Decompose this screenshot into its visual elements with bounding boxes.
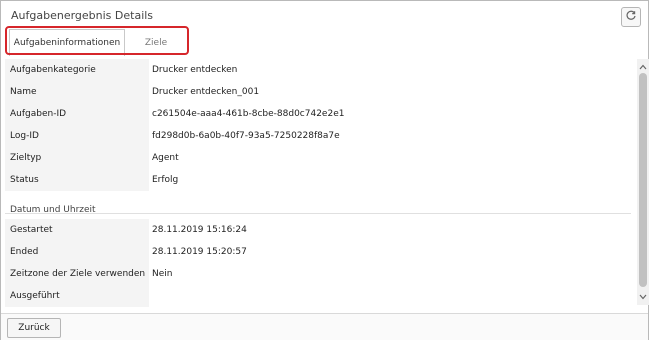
detail-value: Drucker entdecken_001 (149, 81, 631, 103)
detail-row: Log-ID fd298d0b-6a0b-40f7-93a5-7250228f8… (5, 125, 631, 147)
footer-bar: Zurück (1, 313, 648, 340)
detail-value: 28.11.2019 15:16:24 (149, 219, 631, 241)
detail-value: Drucker entdecken (149, 59, 631, 81)
detail-row: Ausgeführt (5, 285, 631, 307)
refresh-button[interactable] (621, 7, 641, 27)
detail-row: Ended 28.11.2019 15:20:57 (5, 241, 631, 263)
detail-value: Agent (149, 147, 631, 169)
tab-ziele[interactable]: Ziele (127, 29, 185, 56)
vertical-scrollbar[interactable] (637, 59, 649, 305)
detail-value: fd298d0b-6a0b-40f7-93a5-7250228f8a7e (149, 125, 631, 147)
detail-key: Ended (10, 247, 39, 257)
refresh-icon (625, 10, 637, 25)
detail-value: Erfolg (149, 169, 631, 191)
detail-row: Zeitzone der Ziele verwenden Nein (5, 263, 631, 285)
detail-value: c261504e-aaa4-461b-8cbe-88d0c742e2e1 (149, 103, 631, 125)
detail-value: Nein (149, 263, 631, 285)
detail-key: Log-ID (10, 131, 39, 141)
section-divider (5, 213, 631, 214)
detail-key: Aufgaben-ID (10, 109, 67, 119)
detail-row: Name Drucker entdecken_001 (5, 81, 631, 103)
detail-row: Status Erfolg (5, 169, 631, 191)
detail-key: Name (10, 87, 37, 97)
detail-row: Aufgabenkategorie Drucker entdecken (5, 59, 631, 81)
tab-aufgabeninformationen[interactable]: Aufgabeninformationen (9, 29, 125, 56)
detail-value (149, 285, 631, 307)
chevron-down-icon[interactable] (637, 291, 649, 303)
back-button[interactable]: Zurück (7, 318, 61, 338)
detail-key: Status (10, 175, 39, 185)
detail-key: Ausgeführt (10, 291, 60, 301)
detail-key: Zieltyp (10, 153, 42, 163)
title-bar: Aufgabenergebnis Details (1, 1, 648, 29)
detail-row: Gestartet 28.11.2019 15:16:24 (5, 219, 631, 241)
tab-bar: Aufgabeninformationen Ziele (1, 29, 648, 56)
chevron-up-icon[interactable] (637, 61, 649, 73)
details-panel: Aufgabenkategorie Drucker entdecken Name… (5, 59, 637, 309)
detail-row: Zieltyp Agent (5, 147, 631, 169)
task-result-details-window: Aufgabenergebnis Details Aufgabeninforma… (0, 0, 649, 340)
detail-key: Aufgabenkategorie (10, 65, 96, 75)
window-title: Aufgabenergebnis Details (11, 9, 154, 22)
detail-key: Zeitzone der Ziele verwenden (10, 269, 146, 279)
detail-key: Gestartet (10, 225, 53, 235)
detail-value: 28.11.2019 15:20:57 (149, 241, 631, 263)
detail-row: Aufgaben-ID c261504e-aaa4-461b-8cbe-88d0… (5, 103, 631, 125)
scrollbar-thumb[interactable] (639, 73, 647, 287)
